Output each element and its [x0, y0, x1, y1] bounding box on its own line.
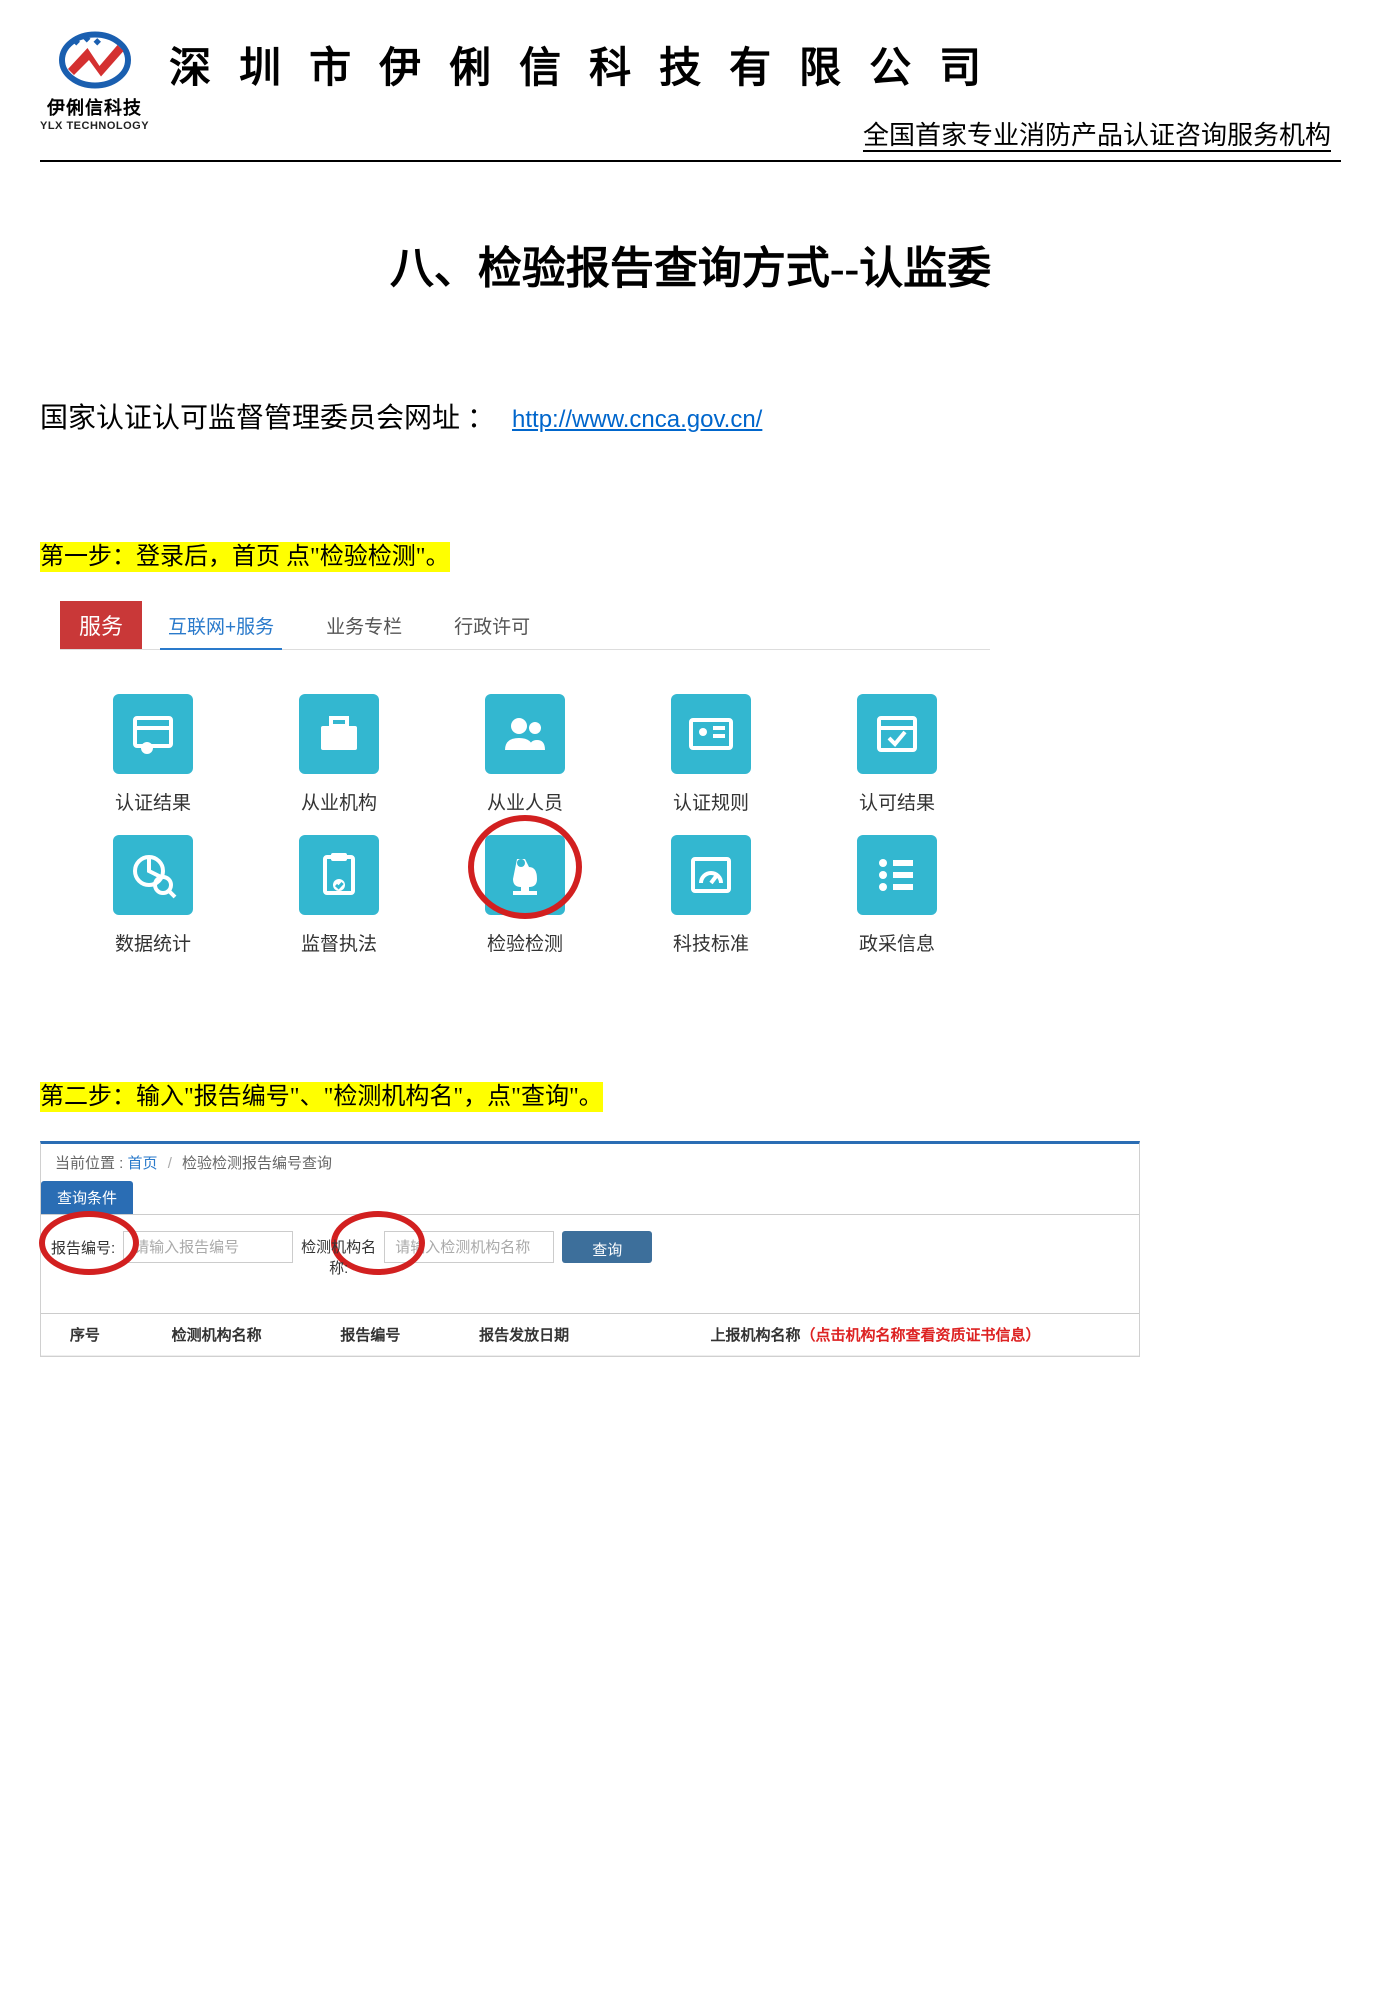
- pie-search-icon: [113, 835, 193, 915]
- url-label: 国家认证认可监督管理委员会网址 ：: [40, 403, 495, 434]
- step1-text: 第一步：登录后，首页 点"检验检测"。: [40, 542, 450, 572]
- document-header: 伊俐信科技 YLX TECHNOLOGY 深圳市伊俐信科技有限公司 全国首家专业…: [40, 30, 1341, 162]
- th-index: 序号: [41, 1314, 129, 1356]
- id-card-icon: [671, 694, 751, 774]
- cert-result-icon: [113, 694, 193, 774]
- url-line: 国家认证认可监督管理委员会网址 ： http://www.cnca.gov.cn…: [40, 396, 1341, 436]
- list-icon: [857, 835, 937, 915]
- label-report-number: 报告编号:: [51, 1231, 115, 1258]
- step2-text: 第二步：输入"报告编号"、"检测机构名"，点"查询"。: [40, 1082, 603, 1112]
- service-tabbar: 服务 互联网+服务 业务专栏 行政许可: [60, 601, 990, 650]
- logo-text: 伊俐信科技: [47, 94, 142, 120]
- grid-item-procurement[interactable]: 政采信息: [804, 825, 990, 966]
- date-check-icon: [857, 694, 937, 774]
- grid-item-statistics[interactable]: 数据统计: [60, 825, 246, 966]
- grid-item-inspection[interactable]: 检验检测: [432, 825, 618, 966]
- breadcrumb-home[interactable]: 首页: [128, 1155, 158, 1172]
- breadcrumb-current: 检验检测报告编号查询: [182, 1155, 332, 1172]
- grid-item-cert-rules[interactable]: 认证规则: [618, 684, 804, 825]
- th-report-no: 报告编号: [305, 1314, 437, 1356]
- screenshot-2: 当前位置 : 首页 / 检验检测报告编号查询 查询条件 报告编号: 检测机构名 …: [40, 1141, 1140, 1357]
- document-title: 八、检验报告查询方式--认监委: [40, 232, 1341, 296]
- cnca-link[interactable]: http://www.cnca.gov.cn/: [512, 406, 762, 433]
- grid-item-tech-standard[interactable]: 科技标准: [618, 825, 804, 966]
- grid-item-approval-result[interactable]: 认可结果: [804, 684, 990, 825]
- service-badge: 服务: [60, 601, 142, 649]
- microscope-icon: [485, 835, 565, 915]
- clipboard-check-icon: [299, 835, 379, 915]
- logo-subtext: YLX TECHNOLOGY: [40, 120, 149, 132]
- search-conditions-tab: 查询条件: [41, 1181, 133, 1214]
- tab-business-column[interactable]: 业务专栏: [300, 601, 428, 649]
- company-logo-icon: [55, 30, 135, 90]
- search-button[interactable]: 查询: [562, 1231, 652, 1263]
- th-reporting-org: 上报机构名称（点击机构名称查看资质证书信息）: [612, 1314, 1139, 1356]
- people-icon: [485, 694, 565, 774]
- company-logo-block: 伊俐信科技 YLX TECHNOLOGY: [40, 30, 149, 132]
- screenshot-1: 服务 互联网+服务 业务专栏 行政许可 认证结果 从业机构 从业人员 认证规则: [60, 601, 990, 966]
- breadcrumb: 当前位置 : 首页 / 检验检测报告编号查询: [41, 1144, 1139, 1181]
- tab-admin-license[interactable]: 行政许可: [428, 601, 556, 649]
- results-table: 序号 检测机构名称 报告编号 报告发放日期 上报机构名称（点击机构名称查看资质证…: [41, 1314, 1139, 1356]
- th-org-name: 检测机构名称: [129, 1314, 305, 1356]
- grid-item-org[interactable]: 从业机构: [246, 684, 432, 825]
- briefcase-icon: [299, 694, 379, 774]
- tab-internet-service[interactable]: 互联网+服务: [142, 601, 300, 649]
- grid-item-staff[interactable]: 从业人员: [432, 684, 618, 825]
- grid-item-enforcement[interactable]: 监督执法: [246, 825, 432, 966]
- company-tagline: 全国首家专业消防产品认证咨询服务机构: [169, 115, 1341, 152]
- report-number-input[interactable]: [123, 1231, 293, 1263]
- company-name: 深圳市伊俐信科技有限公司: [169, 34, 1341, 95]
- th-issue-date: 报告发放日期: [436, 1314, 612, 1356]
- grid-item-cert-result[interactable]: 认证结果: [60, 684, 246, 825]
- label-org-name: 检测机构名 称:: [301, 1231, 376, 1279]
- meter-icon: [671, 835, 751, 915]
